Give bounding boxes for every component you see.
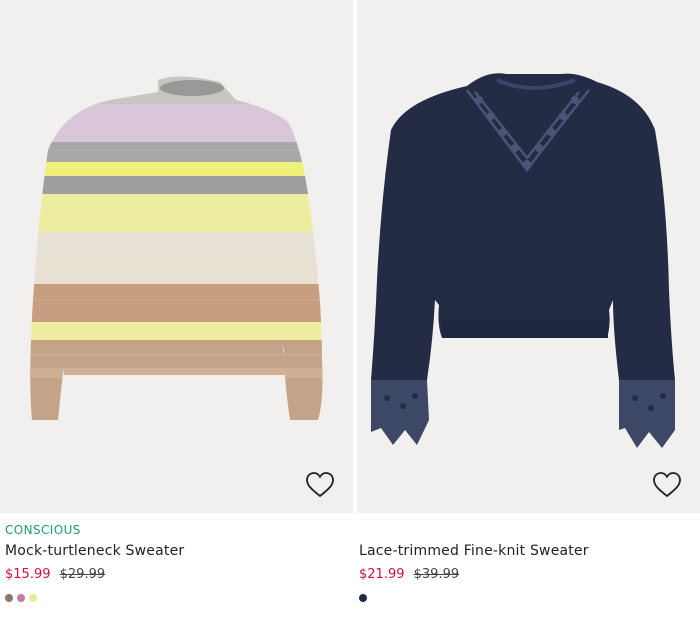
product-card: CONSCIOUS Mock-turtleneck Sweater $15.99… bbox=[0, 0, 353, 621]
product-name-link[interactable]: Mock-turtleneck Sweater bbox=[5, 542, 353, 560]
color-swatch[interactable] bbox=[5, 594, 13, 602]
color-swatch[interactable] bbox=[359, 594, 367, 602]
conscious-tag: CONSCIOUS bbox=[5, 523, 81, 537]
color-swatch[interactable] bbox=[29, 594, 37, 602]
product-info: CONSCIOUS Mock-turtleneck Sweater $15.99… bbox=[5, 522, 353, 602]
original-price: $29.99 bbox=[59, 567, 106, 582]
product-image-link[interactable] bbox=[0, 0, 353, 513]
color-swatch[interactable] bbox=[17, 594, 25, 602]
favorite-heart-icon[interactable] bbox=[305, 471, 335, 499]
color-swatches bbox=[359, 594, 700, 602]
product-image-link[interactable] bbox=[357, 0, 700, 513]
sale-price: $21.99 bbox=[359, 567, 405, 582]
product-card: Lace-trimmed Fine-knit Sweater $21.99 $3… bbox=[357, 0, 700, 621]
product-info: Lace-trimmed Fine-knit Sweater $21.99 $3… bbox=[359, 522, 700, 602]
original-price: $39.99 bbox=[413, 567, 460, 582]
sale-price: $15.99 bbox=[5, 567, 51, 582]
product-name-link[interactable]: Lace-trimmed Fine-knit Sweater bbox=[359, 542, 700, 560]
favorite-heart-icon[interactable] bbox=[652, 471, 682, 499]
product-image bbox=[30, 76, 323, 420]
product-image bbox=[371, 73, 675, 448]
color-swatches bbox=[5, 594, 353, 602]
product-price: $15.99 $29.99 bbox=[5, 567, 353, 583]
product-price: $21.99 $39.99 bbox=[359, 567, 700, 583]
product-grid: CONSCIOUS Mock-turtleneck Sweater $15.99… bbox=[0, 0, 700, 621]
